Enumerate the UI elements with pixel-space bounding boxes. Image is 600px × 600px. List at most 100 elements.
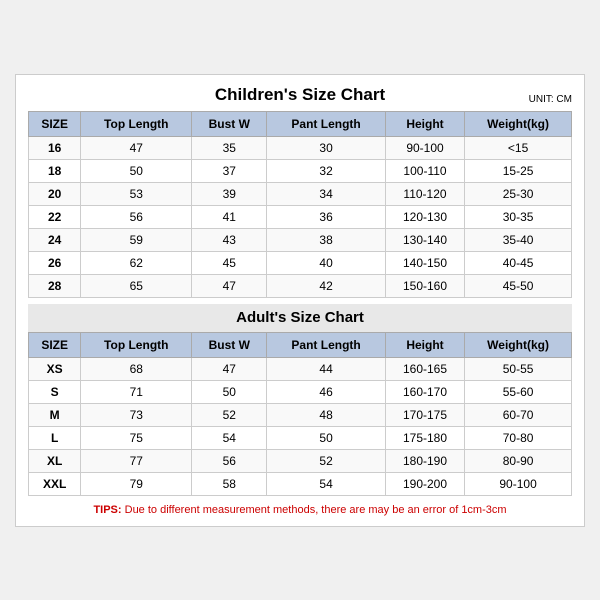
table-row: M735248170-17560-70 bbox=[29, 403, 572, 426]
table-row: 28654742150-16045-50 bbox=[29, 274, 572, 297]
children-col-size: SIZE bbox=[29, 111, 81, 136]
adults-col-pant-length: Pant Length bbox=[267, 332, 386, 357]
table-cell: 35-40 bbox=[465, 228, 572, 251]
adults-col-weight: Weight(kg) bbox=[465, 332, 572, 357]
table-cell: S bbox=[29, 380, 81, 403]
adults-col-bust-w: Bust W bbox=[192, 332, 267, 357]
table-cell: 30 bbox=[267, 136, 386, 159]
table-cell: 24 bbox=[29, 228, 81, 251]
children-col-bust-w: Bust W bbox=[192, 111, 267, 136]
table-cell: 47 bbox=[81, 136, 192, 159]
table-cell: M bbox=[29, 403, 81, 426]
table-cell: 77 bbox=[81, 449, 192, 472]
table-row: XL775652180-19080-90 bbox=[29, 449, 572, 472]
table-cell: 32 bbox=[267, 159, 386, 182]
table-cell: L bbox=[29, 426, 81, 449]
children-tbody: 1647353090-100<1518503732100-11015-25205… bbox=[29, 136, 572, 297]
unit-label: UNIT: CM bbox=[529, 94, 572, 105]
table-cell: 48 bbox=[267, 403, 386, 426]
children-main-title: Children's Size Chart bbox=[215, 85, 385, 105]
table-cell: 79 bbox=[81, 472, 192, 495]
adults-col-height: Height bbox=[385, 332, 464, 357]
table-cell: 34 bbox=[267, 182, 386, 205]
table-cell: 68 bbox=[81, 357, 192, 380]
table-cell: 50-55 bbox=[465, 357, 572, 380]
table-cell: 38 bbox=[267, 228, 386, 251]
table-cell: 90-100 bbox=[385, 136, 464, 159]
table-cell: 70-80 bbox=[465, 426, 572, 449]
table-cell: 110-120 bbox=[385, 182, 464, 205]
adults-col-size: SIZE bbox=[29, 332, 81, 357]
table-cell: 18 bbox=[29, 159, 81, 182]
tips-label: TIPS: bbox=[93, 504, 121, 516]
table-cell: 55-60 bbox=[465, 380, 572, 403]
table-cell: 47 bbox=[192, 357, 267, 380]
table-cell: 36 bbox=[267, 205, 386, 228]
table-cell: <15 bbox=[465, 136, 572, 159]
table-cell: 59 bbox=[81, 228, 192, 251]
table-cell: 56 bbox=[192, 449, 267, 472]
table-row: S715046160-17055-60 bbox=[29, 380, 572, 403]
table-cell: 22 bbox=[29, 205, 81, 228]
table-cell: 150-160 bbox=[385, 274, 464, 297]
table-cell: 50 bbox=[192, 380, 267, 403]
table-cell: 20 bbox=[29, 182, 81, 205]
table-cell: 28 bbox=[29, 274, 81, 297]
table-row: 22564136120-13030-35 bbox=[29, 205, 572, 228]
table-cell: 52 bbox=[267, 449, 386, 472]
table-row: 20533934110-12025-30 bbox=[29, 182, 572, 205]
table-cell: 42 bbox=[267, 274, 386, 297]
table-cell: 46 bbox=[267, 380, 386, 403]
adults-header-row: SIZE Top Length Bust W Pant Length Heigh… bbox=[29, 332, 572, 357]
tips-text: Due to different measurement methods, th… bbox=[125, 504, 507, 516]
table-row: 26624540140-15040-45 bbox=[29, 251, 572, 274]
table-row: 18503732100-11015-25 bbox=[29, 159, 572, 182]
children-table: SIZE Top Length Bust W Pant Length Heigh… bbox=[28, 111, 572, 298]
table-cell: 41 bbox=[192, 205, 267, 228]
table-cell: 40 bbox=[267, 251, 386, 274]
table-cell: 37 bbox=[192, 159, 267, 182]
table-cell: 43 bbox=[192, 228, 267, 251]
table-row: 24594338130-14035-40 bbox=[29, 228, 572, 251]
table-cell: 130-140 bbox=[385, 228, 464, 251]
table-cell: 160-170 bbox=[385, 380, 464, 403]
table-cell: 100-110 bbox=[385, 159, 464, 182]
table-row: 1647353090-100<15 bbox=[29, 136, 572, 159]
table-cell: 35 bbox=[192, 136, 267, 159]
table-cell: 90-100 bbox=[465, 472, 572, 495]
table-cell: 45 bbox=[192, 251, 267, 274]
children-col-pant-length: Pant Length bbox=[267, 111, 386, 136]
table-row: XS684744160-16550-55 bbox=[29, 357, 572, 380]
table-cell: 120-130 bbox=[385, 205, 464, 228]
table-cell: 25-30 bbox=[465, 182, 572, 205]
table-cell: 44 bbox=[267, 357, 386, 380]
children-col-weight: Weight(kg) bbox=[465, 111, 572, 136]
table-cell: 30-35 bbox=[465, 205, 572, 228]
children-header-row: SIZE Top Length Bust W Pant Length Heigh… bbox=[29, 111, 572, 136]
table-cell: 26 bbox=[29, 251, 81, 274]
table-cell: 58 bbox=[192, 472, 267, 495]
table-cell: 190-200 bbox=[385, 472, 464, 495]
table-cell: 52 bbox=[192, 403, 267, 426]
table-row: L755450175-18070-80 bbox=[29, 426, 572, 449]
table-cell: 170-175 bbox=[385, 403, 464, 426]
table-cell: 50 bbox=[267, 426, 386, 449]
table-cell: 65 bbox=[81, 274, 192, 297]
table-cell: 175-180 bbox=[385, 426, 464, 449]
table-cell: 54 bbox=[192, 426, 267, 449]
table-cell: XL bbox=[29, 449, 81, 472]
table-cell: 62 bbox=[81, 251, 192, 274]
adults-table: SIZE Top Length Bust W Pant Length Heigh… bbox=[28, 332, 572, 496]
children-col-height: Height bbox=[385, 111, 464, 136]
table-cell: 73 bbox=[81, 403, 192, 426]
adults-col-top-length: Top Length bbox=[81, 332, 192, 357]
table-cell: 75 bbox=[81, 426, 192, 449]
table-cell: 50 bbox=[81, 159, 192, 182]
table-cell: 40-45 bbox=[465, 251, 572, 274]
table-cell: 47 bbox=[192, 274, 267, 297]
table-cell: 54 bbox=[267, 472, 386, 495]
adults-tbody: XS684744160-16550-55S715046160-17055-60M… bbox=[29, 357, 572, 495]
table-cell: 180-190 bbox=[385, 449, 464, 472]
table-cell: 53 bbox=[81, 182, 192, 205]
table-cell: 140-150 bbox=[385, 251, 464, 274]
